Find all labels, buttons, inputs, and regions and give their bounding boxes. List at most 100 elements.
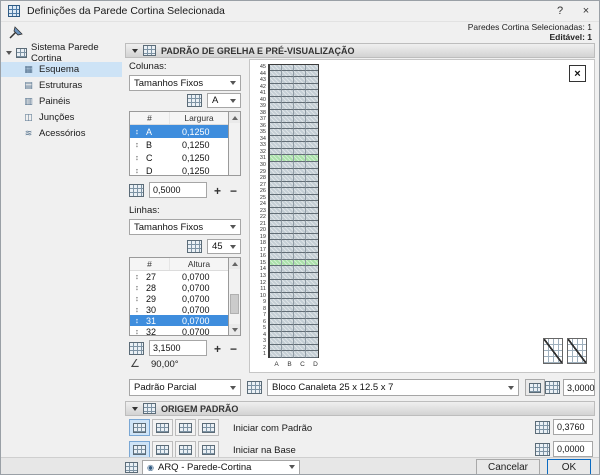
ok-button[interactable]: OK <box>547 459 591 474</box>
block-edit-button[interactable] <box>525 379 545 396</box>
scroll-up-button[interactable] <box>229 112 240 123</box>
drag-handle-icon[interactable]: ↕ <box>130 283 144 292</box>
table-row[interactable]: ↕ 32 0,0700 <box>130 326 228 336</box>
row-value[interactable]: 0,1250 <box>170 140 228 150</box>
columns-remove-button[interactable]: − <box>226 183 241 198</box>
row-value[interactable]: 0,0700 <box>170 294 228 304</box>
row-value[interactable]: 0,0700 <box>170 327 228 336</box>
base-origin-option-1[interactable] <box>129 441 150 458</box>
columns-scrollbar[interactable] <box>229 111 241 176</box>
drag-handle-icon[interactable]: ↕ <box>130 272 144 281</box>
row-value[interactable]: 0,1250 <box>170 153 228 163</box>
drag-handle-icon[interactable]: ↕ <box>130 127 144 136</box>
thickness-field[interactable]: 3,0000 <box>563 379 595 396</box>
base-origin-option-3[interactable] <box>175 441 196 458</box>
table-row[interactable]: ↕ C 0,1250 <box>130 151 228 164</box>
accessories-icon: ≋ <box>24 128 33 138</box>
row-value[interactable]: 0,0700 <box>170 316 228 326</box>
table-row[interactable]: ↕ 27 0,0700 <box>130 271 228 282</box>
sidebar-item-label: Painéis <box>39 96 71 107</box>
cancel-button[interactable]: Cancelar <box>476 459 540 474</box>
table-row[interactable]: ↕ B 0,1250 <box>130 138 228 151</box>
columns-total-field[interactable]: 0,5000 <box>149 182 207 198</box>
help-button[interactable]: ? <box>547 1 573 21</box>
drag-handle-icon[interactable]: ↕ <box>130 316 144 325</box>
sidebar-item-junções[interactable]: ◫ Junções <box>1 110 122 125</box>
preview-row[interactable]: 1 <box>255 351 319 358</box>
partial-pattern-select[interactable]: Padrão Parcial <box>129 379 241 396</box>
row-value[interactable]: 0,0700 <box>170 305 228 315</box>
rows-scrollbar[interactable] <box>229 257 241 336</box>
table-row[interactable]: ↕ A 0,1250 <box>130 125 228 138</box>
columns-scheme-select[interactable]: Tamanhos Fixos <box>129 75 241 91</box>
start-pattern-option-3[interactable] <box>175 419 196 436</box>
scroll-down-button[interactable] <box>229 324 240 335</box>
pattern-corner-thumb-icon[interactable] <box>567 338 587 364</box>
angle-value[interactable]: 90,00° <box>151 359 179 370</box>
pattern-corner-thumb-icon[interactable] <box>543 338 563 364</box>
preview-cell[interactable] <box>294 351 306 358</box>
column-selector-select[interactable]: A <box>207 93 241 108</box>
rows-scheme-select[interactable]: Tamanhos Fixos <box>129 219 241 235</box>
drag-handle-icon[interactable]: ↕ <box>130 140 144 149</box>
preview-panel[interactable]: × 45 44 43 42 41 40 39 38 37 36 35 34 33 32 31 30 29 28 27… <box>249 59 595 373</box>
preview-cells <box>268 351 319 358</box>
scroll-up-button[interactable] <box>229 258 240 269</box>
start-pattern-option-4[interactable] <box>198 419 219 436</box>
start-pattern-option-1[interactable] <box>129 419 150 436</box>
rows-total-field[interactable]: 3,1500 <box>149 340 207 356</box>
rows-add-button[interactable]: + <box>210 341 225 356</box>
preview-close-button[interactable]: × <box>569 65 586 82</box>
base-origin-option-2[interactable] <box>152 441 173 458</box>
row-id: C <box>146 152 153 163</box>
drag-handle-icon[interactable]: ↕ <box>130 294 144 303</box>
sidebar-item-estruturas[interactable]: ▤ Estruturas <box>1 78 122 93</box>
table-row[interactable]: ↕ 28 0,0700 <box>130 282 228 293</box>
profile-select[interactable]: ◉ ARQ - Parede-Cortina <box>142 459 300 474</box>
chevron-down-icon <box>230 385 236 390</box>
preview-cell[interactable] <box>282 351 294 358</box>
row-value[interactable]: 0,1250 <box>170 127 228 137</box>
grid-section-icon <box>143 45 156 56</box>
row-selector-select[interactable]: 45 <box>207 239 241 254</box>
dialog-icon <box>8 5 20 17</box>
drag-handle-icon[interactable]: ↕ <box>130 166 144 175</box>
edit-block-icon <box>529 382 541 393</box>
start-with-pattern-field[interactable]: 0,3760 <box>553 419 593 435</box>
close-button[interactable]: × <box>573 1 599 21</box>
sidebar-item-acessórios[interactable]: ≋ Acessórios <box>1 126 122 141</box>
pickup-parameters-icon[interactable] <box>7 23 27 46</box>
sidebar-tree-root[interactable]: Sistema Parede Cortina <box>1 42 122 64</box>
junctions-icon: ◫ <box>24 112 33 122</box>
row-value[interactable]: 0,0700 <box>170 283 228 293</box>
block-select[interactable]: Bloco Canaleta 25 x 12.5 x 7 <box>267 379 519 396</box>
rows-remove-button[interactable]: − <box>226 341 241 356</box>
table-row[interactable]: ↕ 30 0,0700 <box>130 304 228 315</box>
row-value[interactable]: 0,1250 <box>170 166 228 176</box>
drag-handle-icon[interactable]: ↕ <box>130 305 144 314</box>
preview-cell[interactable] <box>306 351 318 358</box>
base-origin-option-4[interactable] <box>198 441 219 458</box>
collapse-chevron-icon <box>132 406 138 411</box>
start-at-base-field[interactable]: 0,0000 <box>553 441 593 457</box>
table-row[interactable]: ↕ D 0,1250 <box>130 164 228 176</box>
origin-section-icon <box>143 403 156 414</box>
pattern-origin-icon <box>179 422 192 433</box>
origin-section-header[interactable]: ORIGEM PADRÃO <box>125 401 595 416</box>
drag-handle-icon[interactable]: ↕ <box>130 327 144 335</box>
columns-table: # Largura ↕ A 0,1250 ↕ B 0,1250 ↕ C 0,1250 ↕ D 0,125… <box>129 111 229 176</box>
columns-label: Colunas: <box>129 61 167 72</box>
grid-pattern-section-header[interactable]: PADRÃO DE GRELHA E PRÉ-VISUALIZAÇÃO <box>125 43 595 58</box>
scrollbar-thumb[interactable] <box>230 294 239 314</box>
drag-handle-icon[interactable]: ↕ <box>130 153 144 162</box>
start-pattern-option-2[interactable] <box>152 419 173 436</box>
sidebar-item-esquema[interactable]: ▦ Esquema <box>1 62 122 77</box>
thickness-icon <box>545 381 560 394</box>
row-value[interactable]: 0,0700 <box>170 272 228 282</box>
pattern-origin-icon <box>202 444 215 455</box>
table-row[interactable]: ↕ 29 0,0700 <box>130 293 228 304</box>
sidebar-item-painéis[interactable]: ▥ Painéis <box>1 94 122 109</box>
preview-cell[interactable] <box>270 351 282 358</box>
columns-add-button[interactable]: + <box>210 183 225 198</box>
table-row[interactable]: ↕ 31 0,0700 <box>130 315 228 326</box>
